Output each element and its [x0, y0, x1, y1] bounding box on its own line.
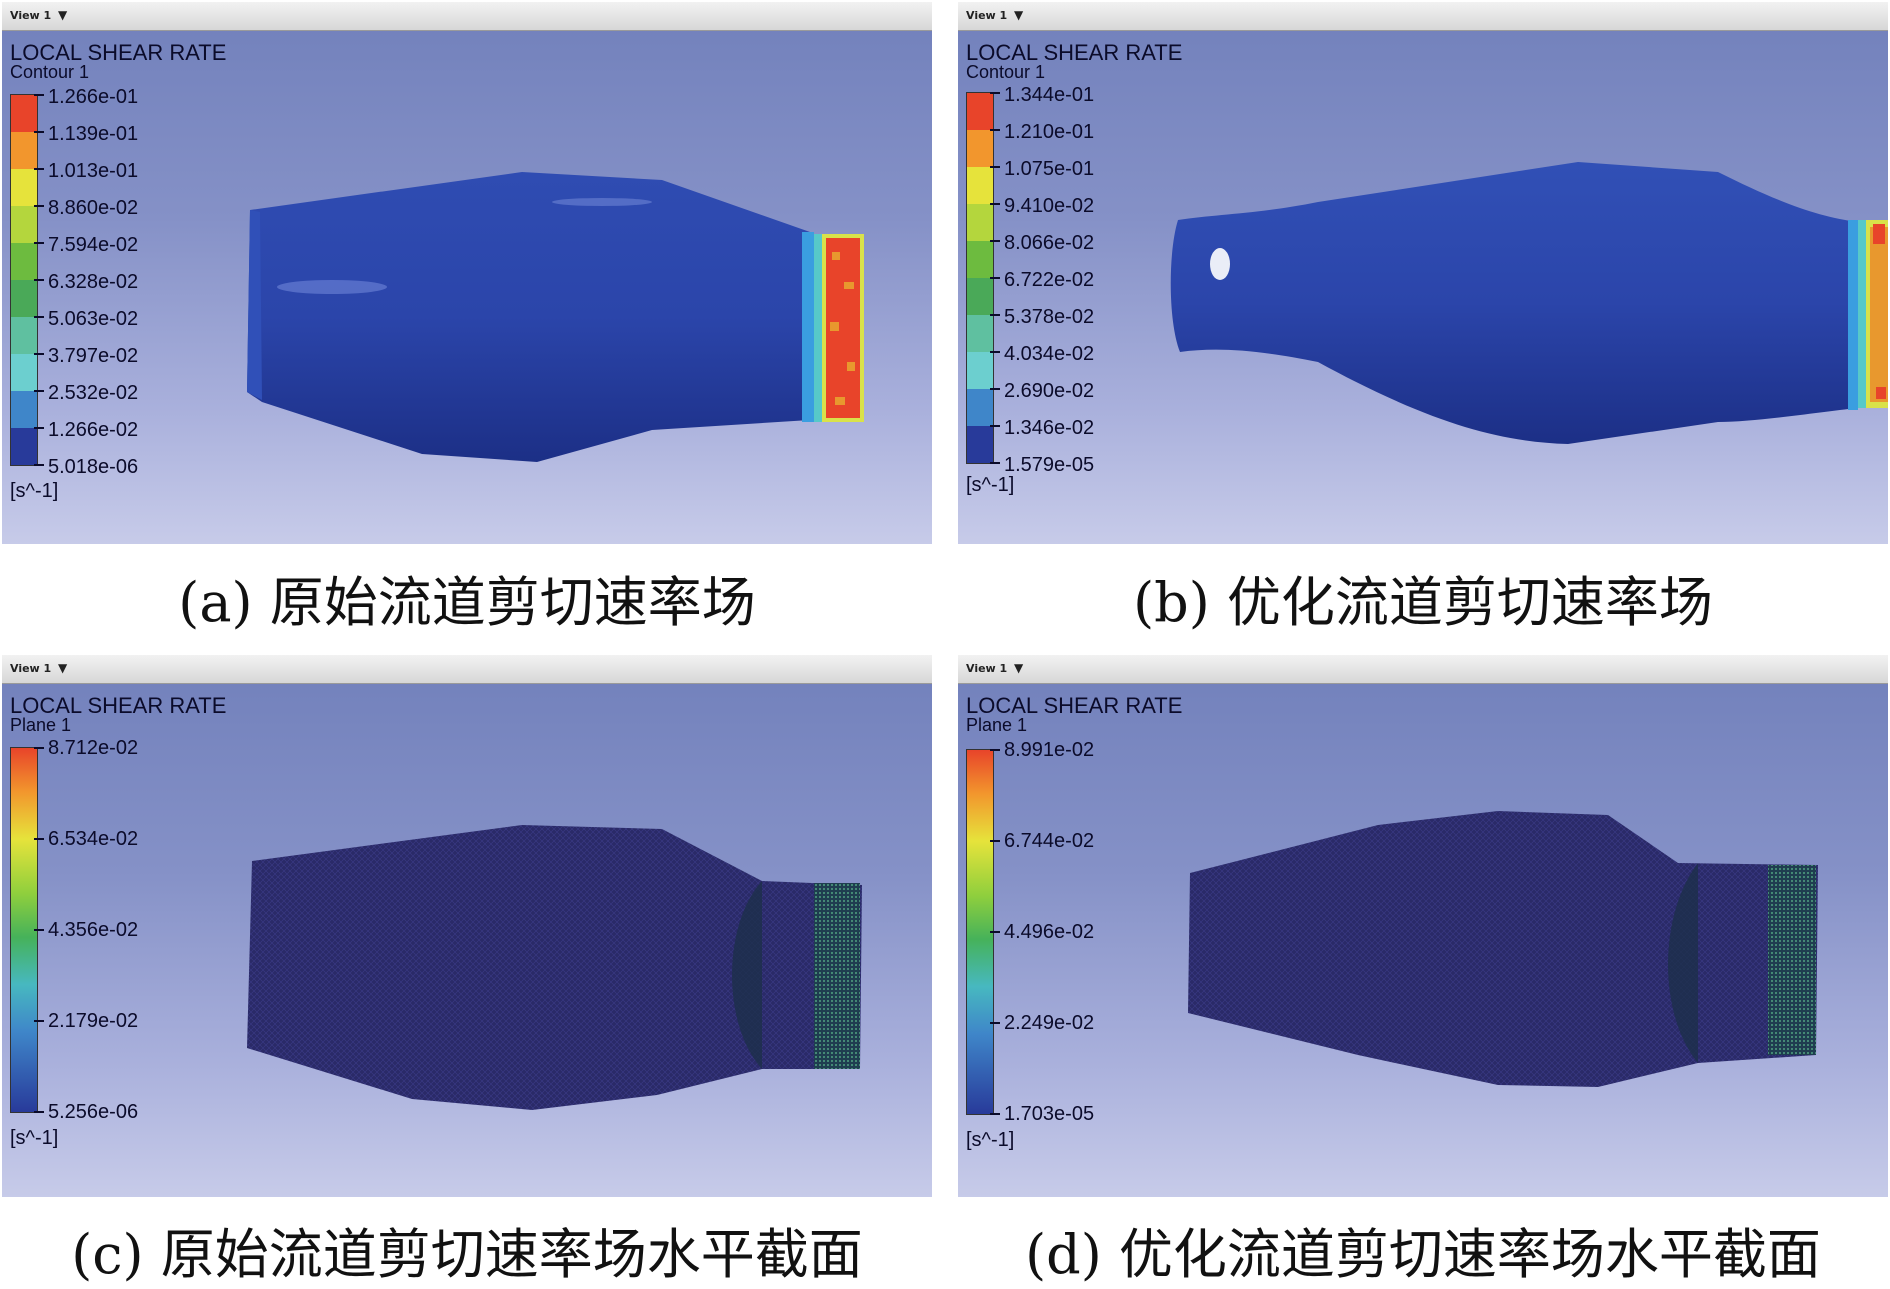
caption-c: (c) 原始流道剪切速率场水平截面 [71, 1223, 863, 1286]
caption-d: (d) 优化流道剪切速率场水平截面 [1025, 1223, 1821, 1286]
panel-a: View 1 ▼ LOCAL SHEAR RATE Contour 1 1.26… [2, 2, 932, 544]
flow-channel-3d-view [1170, 162, 1888, 444]
flow-channel-cross-section [247, 825, 862, 1110]
panel-d: View 1 ▼ LOCAL SHEAR RATE Plane 1 8.991e… [958, 655, 1888, 1197]
caption-b: (b) 优化流道剪切速率场 [1133, 571, 1713, 634]
flow-channel-3d-view [247, 172, 864, 462]
panel-c: View 1 ▼ LOCAL SHEAR RATE Plane 1 8.712e… [2, 655, 932, 1197]
flow-channel-cross-section [1188, 811, 1818, 1087]
panel-b: View 1 ▼ LOCAL SHEAR RATE Contour 1 1.34… [958, 2, 1888, 544]
caption-a: (a) 原始流道剪切速率场 [178, 571, 756, 634]
